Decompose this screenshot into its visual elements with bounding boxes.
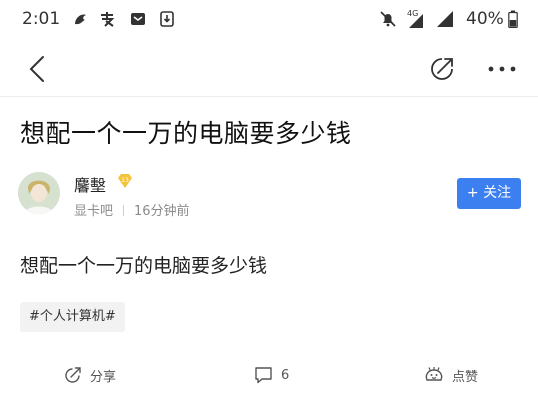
share-action-button[interactable]: 分享 xyxy=(64,363,116,387)
comment-icon xyxy=(255,367,272,384)
chevron-left-icon[interactable] xyxy=(26,55,48,83)
author-name[interactable]: 麘墼 xyxy=(74,172,106,196)
status-bar: 2:01 4G 40% xyxy=(0,0,538,38)
battery-icon xyxy=(508,10,518,28)
topic-tag[interactable]: #个人计算机# xyxy=(20,302,125,332)
post-content: 想配一个一万的电脑要多少钱 xyxy=(20,255,268,277)
message-icon xyxy=(131,13,145,25)
like-action-button[interactable]: 点赞 xyxy=(424,363,478,387)
like-icon xyxy=(425,366,443,381)
post-meta: 显卡吧 16分钟前 xyxy=(74,200,190,219)
battery-percent: 40% xyxy=(466,9,504,29)
avatar-image xyxy=(18,172,60,214)
status-time: 2:01 xyxy=(22,9,61,29)
level-badge-text: 13 xyxy=(121,177,129,184)
mute-bell-icon xyxy=(380,11,396,27)
share-icon xyxy=(65,367,81,383)
comment-action-button[interactable]: 6 xyxy=(254,363,289,387)
alipay-icon xyxy=(101,12,115,27)
download-icon xyxy=(160,11,174,27)
signal-icon-2 xyxy=(437,11,453,27)
level-badge-icon: 13 xyxy=(118,174,132,188)
like-label: 点赞 xyxy=(452,369,479,385)
signal-icon xyxy=(409,14,423,28)
comment-count: 6 xyxy=(281,367,290,383)
squirrel-app-icon xyxy=(75,14,86,25)
post-time: 16分钟前 xyxy=(134,204,190,219)
share-label: 分享 xyxy=(90,369,117,385)
post-title: 想配一个一万的电脑要多少钱 xyxy=(20,119,352,148)
more-dots-icon[interactable] xyxy=(488,66,516,72)
nav-bar xyxy=(0,40,538,97)
meta-divider xyxy=(123,205,125,216)
share-arrow-icon[interactable] xyxy=(428,55,456,83)
avatar[interactable] xyxy=(18,172,60,214)
forum-name[interactable]: 显卡吧 xyxy=(74,204,113,219)
follow-button[interactable]: + 关注 xyxy=(457,178,521,209)
